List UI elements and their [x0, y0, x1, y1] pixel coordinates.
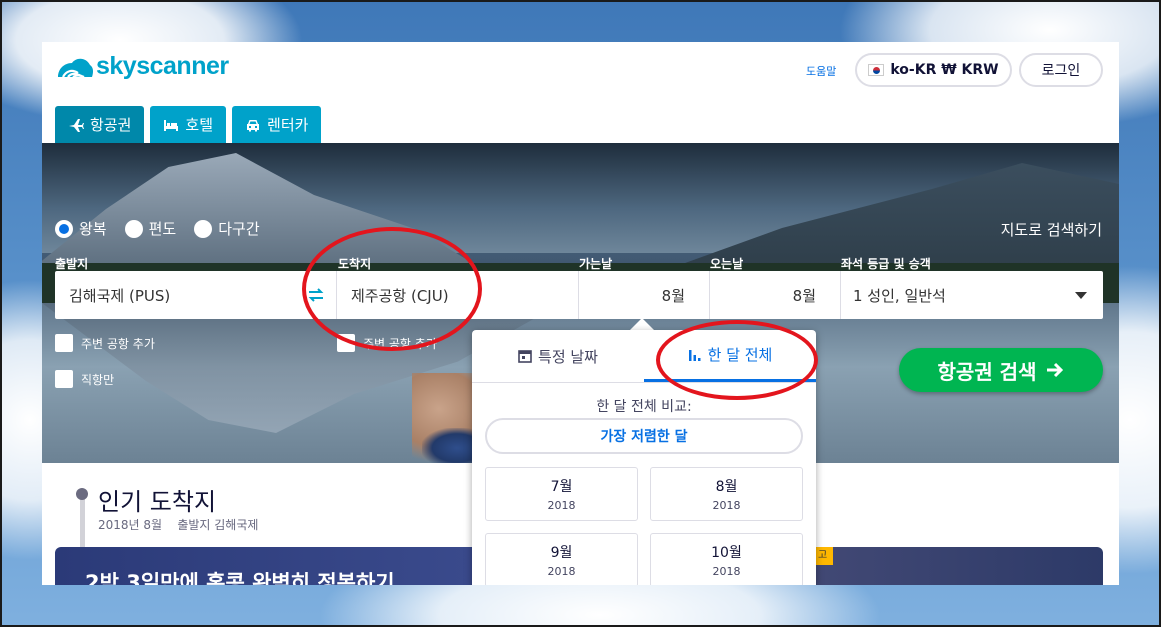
product-tabs: 항공권 호텔 렌터카 — [55, 106, 322, 143]
korea-flag-icon — [868, 64, 885, 76]
airplane-icon — [69, 118, 84, 132]
bar-chart-icon — [688, 349, 701, 361]
year-label: 2018 — [712, 499, 741, 512]
radio-dot — [124, 219, 143, 238]
month-option-october[interactable]: 10월 2018 — [650, 533, 803, 585]
month-label: 8월 — [715, 479, 738, 495]
return-label: 오는날 — [710, 257, 744, 271]
radio-round-trip[interactable]: 왕복 — [55, 218, 107, 239]
radio-dot — [194, 219, 213, 238]
checkbox-direct-only[interactable]: 직항만 — [55, 370, 114, 388]
radio-one-way[interactable]: 편도 — [124, 218, 177, 239]
checkbox-label: 주변 공항 추가 — [363, 336, 437, 351]
year-label: 2018 — [712, 565, 741, 578]
help-link[interactable]: 도움말 — [806, 63, 836, 79]
checkbox-nearby-origin[interactable]: 주변 공항 추가 — [55, 334, 155, 352]
compare-month-label: 한 달 전체 비교: — [596, 399, 692, 415]
swap-icon[interactable] — [307, 287, 325, 303]
tab-label: 한 달 전체 — [707, 346, 773, 364]
cabin-value: 1 성인, 일반석 — [853, 286, 946, 305]
popup-pointer — [630, 318, 654, 330]
search-bar: 김해국제 (PUS) 제주공항 (CJU) 8월 8월 1 성인, 일반석 — [55, 271, 1103, 319]
divider — [472, 382, 816, 383]
tab-specific-date[interactable]: 특정 날짜 — [472, 330, 644, 382]
popular-destinations-subtitle: 2018년 8월 출발지 김해국제 — [98, 518, 259, 532]
depart-label: 가는날 — [579, 257, 613, 271]
cabin-passenger-select[interactable]: 1 성인, 일반석 — [841, 271, 1103, 319]
year-label: 2018 — [547, 499, 576, 512]
checkbox-nearby-destination[interactable]: 주변 공항 추가 — [337, 334, 437, 352]
checkbox-label: 직항만 — [81, 372, 115, 387]
radio-label: 편도 — [148, 220, 177, 238]
tab-car-hire[interactable]: 렌터카 — [232, 106, 322, 143]
month-option-july[interactable]: 7월 2018 — [485, 467, 638, 521]
checkbox-box — [55, 370, 73, 388]
popular-destinations-title: 인기 도착지 — [98, 488, 217, 516]
checkbox-box — [337, 334, 355, 352]
month-label: 7월 — [550, 479, 573, 495]
checkbox-box — [55, 334, 73, 352]
month-option-september[interactable]: 9월 2018 — [485, 533, 638, 585]
car-icon — [247, 119, 260, 131]
timeline-dot — [76, 488, 88, 500]
radio-multi-city[interactable]: 다구간 — [194, 218, 260, 239]
origin-input[interactable]: 김해국제 (PUS) — [55, 271, 337, 319]
origin-label: 출발지 — [55, 257, 89, 271]
search-flights-button[interactable]: 항공권 검색 — [899, 348, 1103, 392]
locale-currency-button[interactable]: ko-KR ₩ KRW — [855, 53, 1012, 87]
bed-icon — [164, 119, 179, 131]
destination-label: 도착지 — [338, 257, 372, 271]
arrow-right-icon — [1047, 362, 1064, 378]
tab-flights[interactable]: 항공권 — [55, 106, 145, 143]
return-date-input[interactable]: 8월 — [710, 271, 841, 319]
skyscanner-logo[interactable]: skyscanner — [54, 52, 229, 81]
radio-label: 왕복 — [79, 220, 107, 238]
promo-card-title: 2박 3일만에 홍콩 완벽히 정복하기 — [85, 571, 395, 585]
radio-label: 다구간 — [218, 220, 260, 238]
logo-wordmark: skyscanner — [96, 52, 229, 80]
tab-label: 호텔 — [185, 116, 214, 134]
trip-type-selector: 왕복 편도 다구간 — [55, 218, 260, 239]
date-picker-popup: 특정 날짜 한 달 전체 한 달 전체 비교: 가장 저렴한 달 7월 2018… — [472, 330, 816, 585]
month-option-august[interactable]: 8월 2018 — [650, 467, 803, 521]
search-button-label: 항공권 검색 — [937, 359, 1037, 384]
depart-date-input[interactable]: 8월 — [579, 271, 710, 319]
locale-label: ko-KR ₩ KRW — [890, 62, 999, 78]
cheapest-month-button[interactable]: 가장 저렴한 달 — [485, 418, 803, 454]
tab-label: 특정 날짜 — [538, 347, 598, 366]
radio-dot — [55, 219, 73, 238]
cloud-logo-icon — [58, 58, 94, 78]
chevron-down-icon — [1075, 292, 1087, 299]
tab-label: 렌터카 — [267, 116, 309, 134]
browser-page: skyscanner 도움말 ko-KR ₩ KRW 로그인 항공권 호텔 렌터… — [42, 42, 1119, 585]
tab-label: 항공권 — [90, 116, 132, 134]
year-label: 2018 — [547, 565, 576, 578]
map-search-link[interactable]: 지도로 검색하기 — [1001, 219, 1102, 240]
month-label: 10월 — [711, 545, 742, 561]
tab-hotels[interactable]: 호텔 — [150, 106, 227, 143]
checkbox-label: 주변 공항 추가 — [81, 336, 155, 351]
calendar-icon — [518, 350, 532, 363]
destination-input[interactable]: 제주공항 (CJU) — [337, 271, 579, 319]
cabin-label: 좌석 등급 및 승객 — [841, 257, 931, 271]
month-label: 9월 — [550, 545, 573, 561]
login-button[interactable]: 로그인 — [1019, 53, 1103, 87]
tab-whole-month[interactable]: 한 달 전체 — [644, 330, 816, 382]
